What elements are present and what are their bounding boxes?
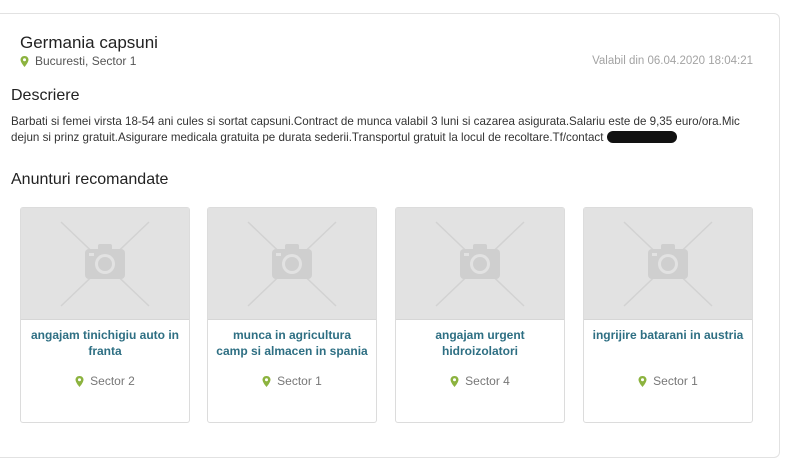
listing-title: Germania capsuni	[20, 33, 158, 52]
listing-thumbnail[interactable]	[21, 208, 189, 320]
card-location-text: Sector 2	[90, 374, 135, 388]
card-location: Sector 2	[21, 374, 189, 388]
card-title[interactable]: angajam urgent hidroizolatori	[396, 328, 564, 359]
listing-thumbnail[interactable]	[584, 208, 752, 320]
card-location-text: Sector 1	[277, 374, 322, 388]
card-location: Sector 1	[208, 374, 376, 388]
recommended-card[interactable]: angajam tinichigiu auto in franta Sector…	[20, 207, 190, 423]
card-location-text: Sector 1	[653, 374, 698, 388]
map-pin-icon	[75, 375, 84, 387]
map-pin-icon	[450, 375, 459, 387]
card-location: Sector 4	[396, 374, 564, 388]
map-pin-icon	[20, 55, 29, 67]
card-location-text: Sector 4	[465, 374, 510, 388]
recommended-heading: Anunturi recomandate	[11, 171, 169, 188]
listing-thumbnail[interactable]	[208, 208, 376, 320]
recommended-card[interactable]: munca in agricultura camp si almacen in …	[207, 207, 377, 423]
card-title[interactable]: angajam tinichigiu auto in franta	[21, 328, 189, 359]
description-text: Barbati si femei virsta 18-54 ani cules …	[11, 114, 771, 145]
recommended-card[interactable]: ingrijire batarani in austria Sector 1	[583, 207, 753, 423]
redacted-contact	[607, 131, 678, 144]
recommended-card[interactable]: angajam urgent hidroizolatori Sector 4	[395, 207, 565, 423]
card-location: Sector 1	[584, 374, 752, 388]
card-title[interactable]: munca in agricultura camp si almacen in …	[208, 328, 376, 359]
description-heading: Descriere	[11, 87, 80, 104]
camera-placeholder-icon	[623, 221, 713, 307]
camera-placeholder-icon	[247, 221, 337, 307]
camera-placeholder-icon	[60, 221, 150, 307]
valid-from-date: Valabil din 06.04.2020 18:04:21	[592, 55, 753, 67]
map-pin-icon	[262, 375, 271, 387]
listing-location: Bucuresti, Sector 1	[20, 54, 136, 68]
listing-thumbnail[interactable]	[396, 208, 564, 320]
map-pin-icon	[638, 375, 647, 387]
camera-placeholder-icon	[435, 221, 525, 307]
card-title[interactable]: ingrijire batarani in austria	[584, 328, 752, 344]
listing-location-text: Bucuresti, Sector 1	[35, 54, 137, 68]
